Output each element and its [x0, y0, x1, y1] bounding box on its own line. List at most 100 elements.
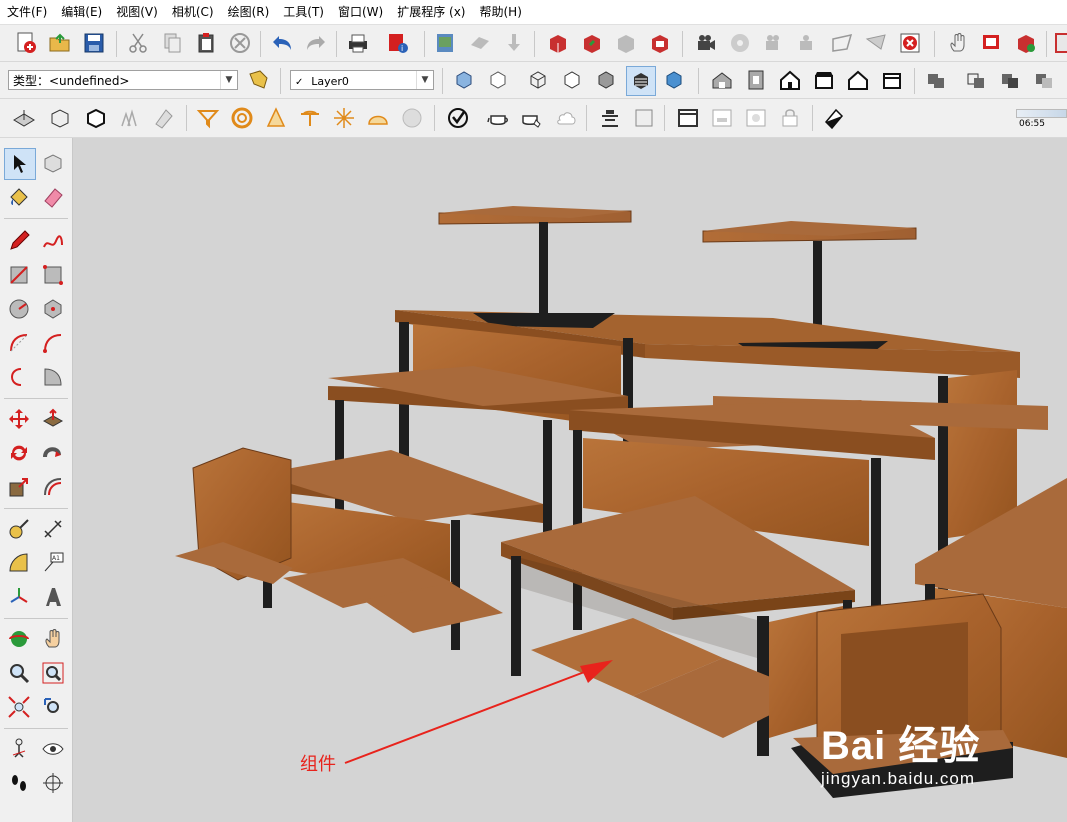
- circle-icon[interactable]: [4, 294, 34, 324]
- mushroom-icon[interactable]: [296, 104, 324, 132]
- text-icon[interactable]: A1: [38, 548, 68, 578]
- smoove-icon[interactable]: [82, 104, 110, 132]
- left-view-icon[interactable]: [878, 66, 906, 94]
- xray-icon[interactable]: [450, 66, 478, 94]
- layer-dropdown[interactable]: ✓ Layer0 ▼: [290, 70, 434, 90]
- make-component-icon[interactable]: [38, 148, 68, 178]
- zoom-icon[interactable]: [4, 658, 34, 688]
- protractor-icon[interactable]: [4, 548, 34, 578]
- type-dropdown[interactable]: 类型：<undefined> ▼: [8, 70, 238, 90]
- teapot-hand-icon[interactable]: [518, 104, 546, 132]
- select-arrow-icon[interactable]: [4, 148, 36, 180]
- undo-icon[interactable]: [268, 29, 296, 57]
- menu-file[interactable]: 文件(F): [0, 0, 54, 24]
- sandbox-scratch-icon[interactable]: [46, 104, 74, 132]
- back-edges-icon[interactable]: [484, 66, 512, 94]
- top-view-icon[interactable]: [742, 66, 770, 94]
- shadow-time-slider[interactable]: [1016, 109, 1067, 118]
- erase-icon[interactable]: [226, 29, 254, 57]
- add-terrain-icon[interactable]: [466, 29, 494, 57]
- subtract-icon[interactable]: [1030, 66, 1058, 94]
- 3d-text-icon[interactable]: [38, 582, 68, 612]
- paste-icon[interactable]: [192, 29, 220, 57]
- push-pull-icon[interactable]: [38, 404, 68, 434]
- arc-2point-icon[interactable]: [38, 328, 68, 358]
- section-plane-tool-icon[interactable]: [38, 768, 68, 798]
- validate-icon[interactable]: [444, 104, 472, 132]
- position-camera-icon[interactable]: [4, 734, 34, 764]
- offset-icon[interactable]: [38, 472, 68, 502]
- menu-camera[interactable]: 相机(C): [165, 0, 221, 24]
- menu-window[interactable]: 窗口(W): [331, 0, 390, 24]
- sphere-icon[interactable]: [398, 104, 426, 132]
- eraser-icon[interactable]: [38, 182, 68, 212]
- monochrome-icon[interactable]: [660, 66, 688, 94]
- axes-icon[interactable]: [4, 582, 34, 612]
- redo-icon[interactable]: [302, 29, 330, 57]
- dome-icon[interactable]: [364, 104, 392, 132]
- render-settings-icon[interactable]: [596, 104, 624, 132]
- cut-icon[interactable]: [124, 29, 152, 57]
- drape-icon[interactable]: [150, 104, 178, 132]
- move-icon[interactable]: [4, 404, 34, 434]
- layout-icon[interactable]: [1050, 29, 1067, 57]
- paint-bucket-icon[interactable]: [4, 182, 34, 212]
- sandbox-contours-icon[interactable]: [10, 104, 38, 132]
- stamp-icon[interactable]: [116, 104, 144, 132]
- shadows-toggle-icon[interactable]: [820, 104, 848, 132]
- iso-view-icon[interactable]: [708, 66, 736, 94]
- section-plane-icon[interactable]: [828, 29, 856, 57]
- download-icon[interactable]: [500, 29, 528, 57]
- section-cut-icon[interactable]: [862, 29, 890, 57]
- menu-extensions[interactable]: 扩展程序 (x): [390, 0, 472, 24]
- dimension-icon[interactable]: [38, 514, 68, 544]
- rotate-icon[interactable]: [4, 438, 34, 468]
- previous-view-icon[interactable]: [38, 692, 68, 722]
- torus-icon[interactable]: [228, 104, 256, 132]
- geo-location-icon[interactable]: [432, 29, 460, 57]
- export-icon[interactable]: [978, 29, 1006, 57]
- arc-icon[interactable]: [4, 328, 34, 358]
- wireframe-icon[interactable]: [524, 66, 552, 94]
- warehouse-icon[interactable]: [544, 29, 572, 57]
- front-view-icon[interactable]: [776, 66, 804, 94]
- menu-help[interactable]: 帮助(H): [472, 0, 528, 24]
- menu-view[interactable]: 视图(V): [109, 0, 165, 24]
- rotated-rectangle-icon[interactable]: [38, 260, 68, 290]
- shaded-icon[interactable]: [592, 66, 620, 94]
- camera-settings-icon[interactable]: [794, 29, 822, 57]
- paint-tag-icon[interactable]: [244, 66, 272, 94]
- camera-icon[interactable]: [692, 29, 720, 57]
- cloud-icon[interactable]: [552, 104, 580, 132]
- menu-edit[interactable]: 编辑(E): [54, 0, 109, 24]
- menu-tools[interactable]: 工具(T): [276, 0, 331, 24]
- look-around-icon[interactable]: [38, 734, 68, 764]
- outer-shell-icon[interactable]: [922, 66, 950, 94]
- copy-icon[interactable]: [158, 29, 186, 57]
- shaded-textures-icon[interactable]: [626, 66, 656, 96]
- follow-me-icon[interactable]: [38, 438, 68, 468]
- cone-icon[interactable]: [262, 104, 290, 132]
- tape-measure-icon[interactable]: [4, 514, 34, 544]
- teapot-window-icon[interactable]: [708, 104, 736, 132]
- star-burst-icon[interactable]: [330, 104, 358, 132]
- rectangle-icon[interactable]: [4, 260, 34, 290]
- orbit-icon[interactable]: [4, 624, 34, 654]
- hidden-line-icon[interactable]: [558, 66, 586, 94]
- scale-icon[interactable]: [4, 472, 34, 502]
- lock-window-icon[interactable]: [776, 104, 804, 132]
- camera-alt-icon[interactable]: [760, 29, 788, 57]
- menu-draw[interactable]: 绘图(R): [221, 0, 277, 24]
- delete-icon[interactable]: [896, 29, 924, 57]
- zoom-window-icon[interactable]: [38, 658, 68, 688]
- intersect-icon[interactable]: [962, 66, 990, 94]
- right-view-icon[interactable]: [810, 66, 838, 94]
- freehand-icon[interactable]: [38, 226, 68, 256]
- open-folder-icon[interactable]: [46, 29, 74, 57]
- share-component-icon[interactable]: [612, 29, 640, 57]
- zoom-extents-icon[interactable]: [4, 692, 34, 722]
- render-frame-icon[interactable]: [630, 104, 658, 132]
- extension-warehouse-icon[interactable]: [646, 29, 674, 57]
- hand-icon[interactable]: [944, 29, 972, 57]
- back-view-icon[interactable]: [844, 66, 872, 94]
